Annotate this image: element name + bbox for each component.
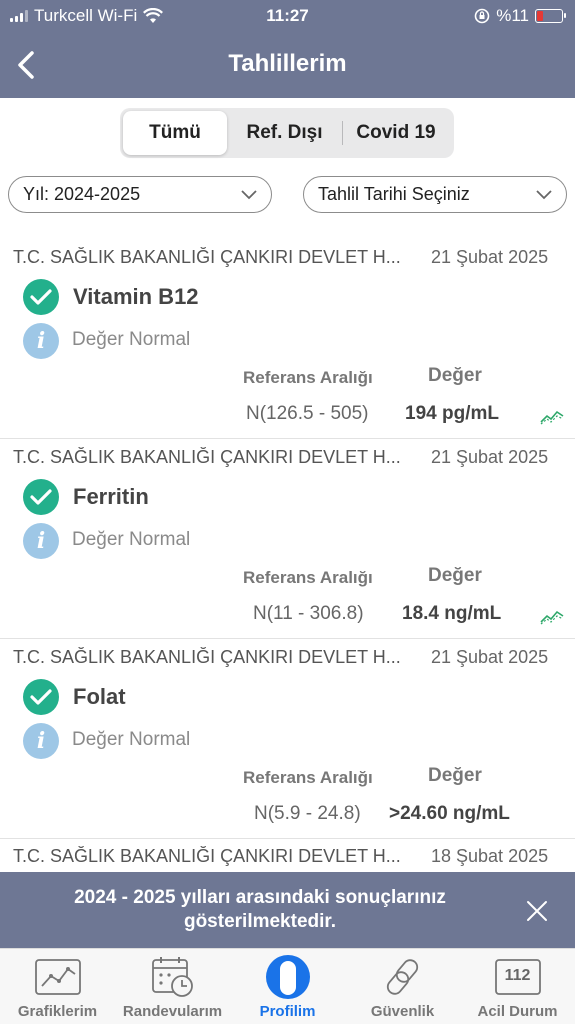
result-date: 21 Şubat 2025 [431, 447, 549, 467]
test-name: Ferritin [73, 484, 149, 509]
status-bar: Turkcell Wi-Fi 11:27 %11 [0, 0, 575, 32]
result-value: 18.4 ng/mL [402, 603, 502, 624]
result-value: 194 pg/mL [405, 403, 499, 424]
emergency-number: 112 [504, 967, 531, 984]
filter-segment-control: Tümü Ref. Dışı Covid 19 [120, 108, 454, 158]
hospital-name: T.C. SAĞLIK BAKANLIĞI ÇANKIRI DEVLET H..… [13, 846, 401, 866]
reference-range-header: Referans Aralığı [243, 568, 373, 587]
segment-all[interactable]: Tümü [123, 111, 227, 155]
result-card[interactable]: T.C. SAĞLIK BAKANLIĞI ÇANKIRI DEVLET H..… [0, 439, 575, 639]
date-dropdown[interactable]: Tahlil Tarihi Seçiniz [303, 176, 567, 213]
page-title: Tahlillerim [228, 50, 347, 77]
chevron-down-icon [241, 189, 257, 199]
result-date: 21 Şubat 2025 [431, 247, 549, 267]
tab-randevularim[interactable]: Randevularım [115, 949, 230, 1024]
orientation-lock-icon [474, 8, 490, 24]
battery-percent: %11 [496, 6, 529, 25]
info-icon[interactable]: i [23, 723, 59, 759]
chevron-down-icon [536, 189, 552, 199]
toast-line-2: gösterilmektedir. [183, 911, 337, 932]
tab-grafiklerim[interactable]: Grafiklerim [0, 949, 115, 1024]
chart-icon [34, 959, 81, 995]
calendar-clock-icon [151, 957, 193, 997]
trend-chart-icon[interactable] [540, 407, 564, 425]
trend-chart-icon[interactable] [540, 607, 564, 625]
bottom-tab-bar: Grafiklerim Randevularım Profilim Güvenl… [0, 948, 575, 1024]
toast-message: 2024 - 2025 yılları arasındaki sonuçları… [20, 886, 500, 934]
battery-icon [535, 9, 566, 23]
reference-range-value: N(11 - 306.8) [253, 603, 364, 624]
check-circle-icon [23, 279, 59, 315]
info-toast: 2024 - 2025 yılları arasındaki sonuçları… [0, 872, 575, 948]
person-icon [265, 955, 310, 999]
result-card[interactable]: T.C. SAĞLIK BAKANLIĞI ÇANKIRI DEVLET H..… [0, 639, 575, 839]
result-value: >24.60 ng/mL [389, 803, 510, 824]
check-circle-icon [23, 679, 59, 715]
result-date: 18 Şubat 2025 [431, 846, 549, 866]
segment-covid[interactable]: Covid 19 [343, 111, 449, 155]
toast-line-1: 2024 - 2025 yılları arasındaki sonuçları… [74, 887, 446, 908]
reference-range-value: N(126.5 - 505) [246, 403, 369, 424]
reference-range-header: Referans Aralığı [243, 368, 373, 387]
tab-label: Acil Durum [477, 1003, 558, 1020]
tab-guvenlik[interactable]: Güvenlik [345, 949, 460, 1024]
check-circle-icon [23, 479, 59, 515]
result-status: Değer Normal [72, 529, 191, 550]
info-icon[interactable]: i [23, 323, 59, 359]
close-icon[interactable] [526, 900, 548, 922]
year-dropdown-label: Yıl: 2024-2025 [23, 184, 141, 204]
tab-label: Grafiklerim [17, 1003, 98, 1020]
tab-label: Güvenlik [370, 1003, 435, 1020]
date-dropdown-label: Tahlil Tarihi Seçiniz [318, 184, 470, 204]
hospital-name: T.C. SAĞLIK BAKANLIĞI ÇANKIRI DEVLET H..… [13, 647, 401, 667]
reference-range-header: Referans Aralığı [243, 768, 373, 787]
hospital-name: T.C. SAĞLIK BAKANLIĞI ÇANKIRI DEVLET H..… [13, 447, 401, 467]
app-header: Turkcell Wi-Fi 11:27 %11 Tahlillerim [0, 0, 575, 98]
result-status: Değer Normal [72, 729, 191, 750]
link-icon [386, 959, 418, 995]
tab-profilim[interactable]: Profilim [230, 949, 345, 1024]
status-right: %11 [474, 6, 566, 26]
test-name: Folat [73, 684, 126, 709]
tab-label: Profilim [259, 1003, 316, 1020]
value-header: Değer [428, 765, 482, 786]
info-icon[interactable]: i [23, 523, 59, 559]
result-card[interactable]: T.C. SAĞLIK BAKANLIĞI ÇANKIRI DEVLET H..… [0, 239, 575, 439]
segment-out-of-range[interactable]: Ref. Dışı [227, 111, 342, 155]
value-header: Değer [428, 565, 482, 586]
year-dropdown[interactable]: Yıl: 2024-2025 [8, 176, 272, 213]
tab-label: Randevularım [122, 1003, 223, 1020]
result-status: Değer Normal [72, 329, 191, 350]
value-header: Değer [428, 365, 482, 386]
hospital-name: T.C. SAĞLIK BAKANLIĞI ÇANKIRI DEVLET H..… [13, 247, 401, 267]
tab-acil-durum[interactable]: Acil Durum 112 [460, 949, 575, 1024]
result-date: 21 Şubat 2025 [431, 647, 549, 667]
test-name: Vitamin B12 [73, 284, 199, 309]
reference-range-value: N(5.9 - 24.8) [254, 803, 361, 824]
